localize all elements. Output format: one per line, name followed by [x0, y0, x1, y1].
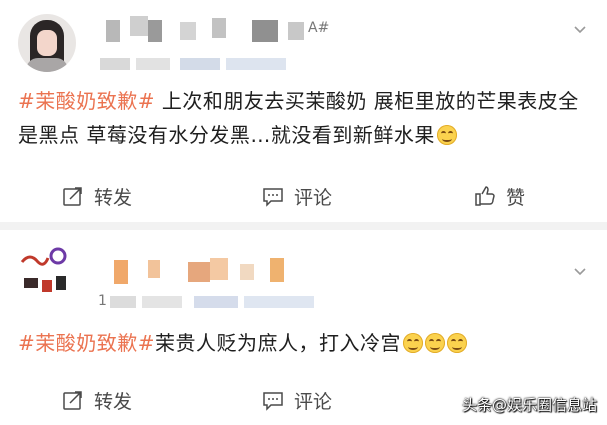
smile-emoji-icon [447, 333, 468, 353]
comment-icon [263, 188, 283, 207]
comment-button[interactable]: 评论 [262, 176, 332, 216]
weibo-post: 1 #茉酸奶致歉#茉贵人贬为庶人，打入冷宫 转发 评论 头条@娱乐圈信息站 [0, 230, 607, 425]
like-icon [475, 186, 495, 206]
post-text: 茉贵人贬为庶人，打入冷宫 [155, 331, 402, 355]
username-blurred[interactable] [100, 254, 300, 288]
post-meta-blurred [100, 58, 300, 72]
watermark: 头条@娱乐圈信息站 [461, 396, 597, 414]
repost-button[interactable]: 转发 [62, 380, 132, 420]
action-bar: 转发 评论 赞 [0, 176, 607, 216]
post-content: #茉酸奶致歉# 上次和朋友去买茉酸奶 展柜里放的芒果表皮全是黑点 草莓没有水分发… [18, 84, 589, 152]
post-separator [0, 222, 607, 230]
smile-emoji-icon [425, 333, 446, 353]
username-fragment: A# [308, 20, 330, 36]
avatar[interactable] [18, 242, 76, 300]
chevron-down-icon[interactable] [573, 264, 587, 278]
hashtag-link[interactable]: #茉酸奶致歉# [18, 89, 155, 113]
repost-button[interactable]: 转发 [62, 176, 132, 216]
like-button[interactable]: 赞 [474, 176, 525, 216]
post-content: #茉酸奶致歉#茉贵人贬为庶人，打入冷宫 [18, 326, 589, 360]
weibo-post: A# #茉酸奶致歉# 上次和朋友去买茉酸奶 展柜里放的芒果表皮全是黑点 草莓没有… [0, 0, 607, 222]
smile-emoji-icon [403, 333, 424, 353]
username-blurred[interactable]: A# [100, 14, 340, 48]
smile-emoji-icon [436, 125, 457, 145]
repost-icon [63, 187, 82, 206]
repost-icon [63, 391, 82, 410]
comment-icon [263, 392, 283, 411]
comment-label: 评论 [294, 186, 333, 209]
post-meta-blurred: 1 [98, 293, 348, 310]
chevron-down-icon[interactable] [573, 22, 587, 36]
like-label: 赞 [506, 186, 526, 209]
meta-fragment: 1 [98, 293, 107, 309]
comment-button[interactable]: 评论 [262, 380, 332, 420]
repost-label: 转发 [94, 186, 133, 209]
comment-label: 评论 [294, 390, 333, 413]
avatar[interactable] [18, 14, 76, 72]
hashtag-link[interactable]: #茉酸奶致歉# [18, 331, 155, 355]
repost-label: 转发 [94, 390, 133, 413]
